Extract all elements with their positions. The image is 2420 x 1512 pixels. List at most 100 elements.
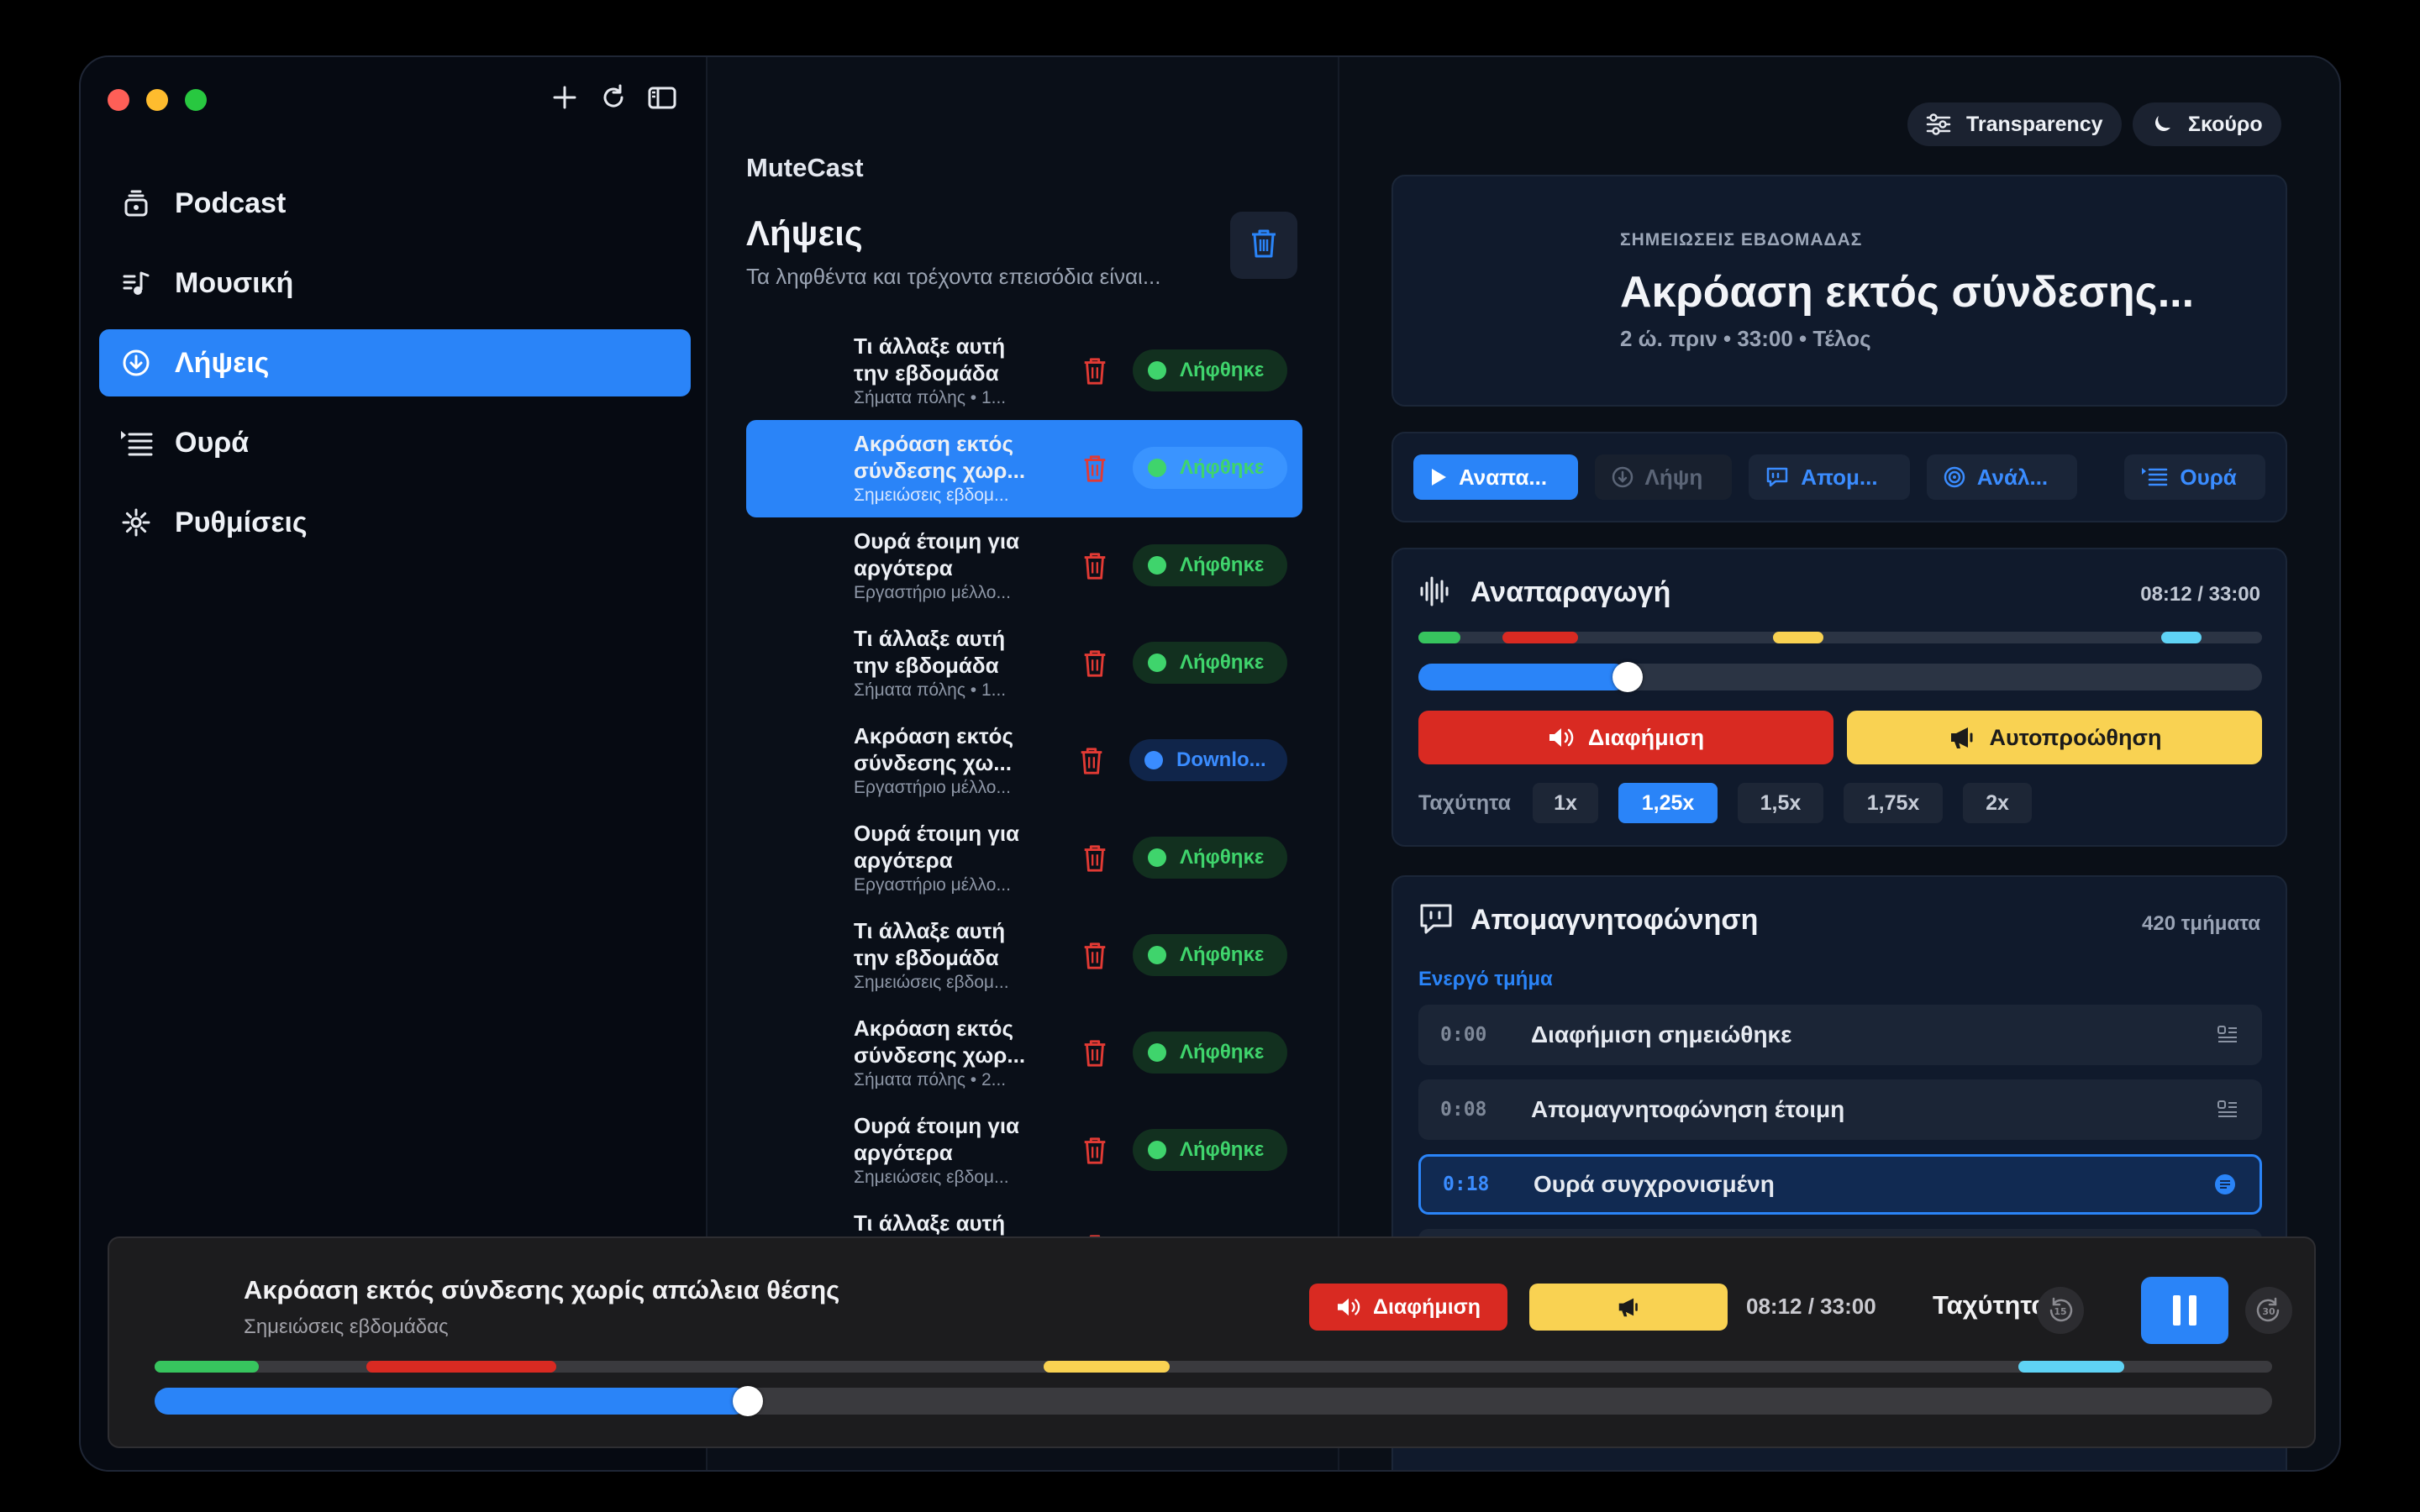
delete-episode-button[interactable]	[1081, 1038, 1111, 1068]
transparency-button[interactable]: Transparency	[1907, 102, 2122, 146]
segment-text: Ουρά συγχρονισμένη	[1534, 1171, 1775, 1197]
episode-subtitle: Εργαστήριο μέλλο...	[854, 778, 1011, 797]
transcript-button[interactable]: Απομ...	[1749, 454, 1910, 500]
episode-subtitle: Σήματα πόλης • 1...	[854, 680, 1007, 700]
speed-option[interactable]: 2x	[1963, 783, 2032, 823]
queue-icon	[119, 426, 153, 459]
episode-hero: ΣΗΜΕΙΩΣΕΙΣ ΕΒΔΟΜΑΔΑΣ Ακρόαση εκτός σύνδε…	[1392, 175, 2287, 407]
sidebar-item-label: Ρυθμίσεις	[175, 506, 308, 538]
transcript-segment[interactable]: 0:00 Διαφήμιση σημειώθηκε	[1418, 1005, 2262, 1065]
sidebar-item-downloads[interactable]: Λήψεις	[99, 329, 691, 396]
delete-episode-button[interactable]	[1081, 843, 1111, 874]
queue-button[interactable]: Ουρά	[2124, 454, 2265, 500]
queue-icon	[2141, 466, 2168, 488]
player-speed-label[interactable]: Ταχύτητα	[1933, 1290, 2047, 1320]
analysis-button[interactable]: Ανάλ...	[1926, 454, 2078, 500]
check-circle-icon	[1148, 946, 1166, 964]
trash-icon	[1084, 553, 1106, 580]
speed-option-selected[interactable]: 1,25x	[1618, 783, 1718, 823]
episode-meta: 2 ώ. πριν • 33:00 • Τέλος	[1620, 326, 1871, 351]
sidebar-item-queue[interactable]: Ουρά	[99, 409, 691, 476]
player-progress[interactable]	[155, 1386, 2272, 1416]
sidebar-item-settings[interactable]: Ρυθμίσεις	[99, 489, 691, 556]
transcript-segment-active[interactable]: 0:18 Ουρά συγχρονισμένη	[1418, 1154, 2262, 1215]
moon-icon	[2151, 113, 2173, 135]
trash-icon	[1084, 1040, 1106, 1067]
segment-marker-outro	[2018, 1361, 2124, 1373]
episode-row[interactable]: Ακρόαση εκτός σύνδεσης χωρ... Σημειώσεις …	[746, 420, 1302, 517]
delete-episode-button[interactable]	[1081, 356, 1111, 386]
player-auto-skip-button[interactable]	[1529, 1284, 1728, 1331]
play-icon	[1430, 468, 1447, 486]
skip-forward-30-button[interactable]: 30	[2245, 1287, 2292, 1334]
playback-card: Αναπαραγωγή 08:12 / 33:00 Διαφήμιση Αυτο…	[1392, 548, 2287, 847]
trash-icon	[1084, 650, 1106, 677]
trash-icon	[1084, 358, 1106, 385]
episode-row[interactable]: Ουρά έτοιμη για αργότερα Εργαστήριο μέλλο…	[746, 810, 1302, 907]
playback-progress[interactable]	[1418, 662, 2262, 692]
theme-label: Σκούρο	[2188, 112, 2263, 136]
speed-option[interactable]: 1,5x	[1738, 783, 1823, 823]
delete-episode-button[interactable]	[1081, 551, 1111, 581]
episode-title: Τι άλλαξε αυτή την εβδομάδα	[854, 333, 1006, 386]
trash-icon	[1084, 1137, 1106, 1164]
delete-all-button[interactable]	[1230, 212, 1297, 279]
close-window-button[interactable]	[108, 89, 129, 111]
episode-row[interactable]: Ουρά έτοιμη για αργότερα Σημειώσεις εβδομ…	[746, 1102, 1302, 1200]
player-ad-label: Διαφήμιση	[1372, 1294, 1481, 1319]
transcript-segment[interactable]: 0:08 Απομαγνητοφώνηση έτοιμη	[1418, 1079, 2262, 1140]
episode-title: Ουρά έτοιμη για αργότερα	[854, 1113, 1020, 1165]
trash-icon	[1084, 455, 1106, 482]
delete-episode-button[interactable]	[1081, 1136, 1111, 1166]
check-circle-icon	[1148, 361, 1166, 380]
active-segment-label: Ενεργό τμήμα	[1418, 968, 1553, 990]
sidebar-item-music[interactable]: Μουσική	[99, 249, 691, 317]
theme-button[interactable]: Σκούρο	[2133, 102, 2281, 146]
play-button[interactable]: Αναπα...	[1413, 454, 1578, 500]
episode-row[interactable]: Τι άλλαξε αυτή την εβδομάδα Σημειώσεις εβ…	[746, 907, 1302, 1005]
downloaded-badge: Λήφθηκε	[1133, 544, 1287, 586]
minimize-window-button[interactable]	[146, 89, 168, 111]
episode-title: Ακρόαση εκτός σύνδεσης χω...	[854, 723, 1013, 775]
speed-selector: Ταχύτητα 1x 1,25x 1,5x 1,75x 2x	[1418, 783, 2052, 823]
delete-episode-button[interactable]	[1081, 941, 1111, 971]
auto-skip-button[interactable]: Αυτοπροώθηση	[1847, 711, 2262, 764]
sidebar-item-label: Μουσική	[175, 266, 294, 299]
pause-button[interactable]	[2141, 1277, 2228, 1344]
delete-episode-button[interactable]	[1077, 746, 1107, 776]
delete-episode-button[interactable]	[1081, 454, 1111, 484]
episode-row[interactable]: Ακρόαση εκτός σύνδεσης χωρ... Σήματα πόλη…	[746, 1005, 1302, 1102]
mini-player: Ακρόαση εκτός σύνδεσης χωρίς απώλεια θέσ…	[108, 1236, 2316, 1448]
sidebar-toggle-icon[interactable]	[647, 82, 677, 113]
megaphone-icon	[1948, 725, 1976, 750]
episode-row[interactable]: Ουρά έτοιμη για αργότερα Εργαστήριο μέλλο…	[746, 517, 1302, 615]
badge-label: Λήφθηκε	[1180, 554, 1265, 576]
text-lines-icon	[2217, 1099, 2238, 1121]
player-skip-ad-button[interactable]: Διαφήμιση	[1309, 1284, 1507, 1331]
episode-row[interactable]: Τι άλλαξε αυτή την εβδομάδα Σήματα πόλης …	[746, 615, 1302, 712]
episode-subtitle: Σήματα πόλης • 1...	[854, 388, 1007, 407]
add-icon[interactable]	[550, 82, 580, 113]
player-progress-knob[interactable]	[732, 1386, 763, 1416]
episode-row[interactable]: Τι άλλαξε αυτή την εβδομάδα Σήματα πόλης …	[746, 323, 1302, 420]
window-controls	[108, 89, 207, 111]
speed-option[interactable]: 1,75x	[1844, 783, 1943, 823]
segment-text: Απομαγνητοφώνηση έτοιμη	[1531, 1096, 1845, 1122]
segment-time: 0:08	[1440, 1099, 1487, 1121]
zoom-window-button[interactable]	[185, 89, 207, 111]
check-circle-icon	[1148, 1043, 1166, 1062]
check-circle-icon	[1148, 848, 1166, 867]
download-icon	[119, 346, 153, 380]
episode-row[interactable]: Ακρόαση εκτός σύνδεσης χω... Εργαστήριο μ…	[746, 712, 1302, 810]
auto-button-label: Αυτοπροώθηση	[1989, 724, 2162, 750]
badge-label: Λήφθηκε	[1180, 1138, 1265, 1161]
skip-ad-button[interactable]: Διαφήμιση	[1418, 711, 1833, 764]
skip-back-15-button[interactable]: 15	[2037, 1287, 2084, 1334]
sidebar-item-podcast[interactable]: Podcast	[99, 170, 691, 237]
delete-episode-button[interactable]	[1081, 648, 1111, 679]
speed-option[interactable]: 1x	[1533, 783, 1598, 823]
speed-label: Ταχύτητα	[1418, 790, 1511, 815]
progress-knob[interactable]	[1612, 662, 1643, 692]
download-button[interactable]: Λήψη	[1594, 454, 1733, 500]
refresh-icon[interactable]	[598, 82, 629, 113]
